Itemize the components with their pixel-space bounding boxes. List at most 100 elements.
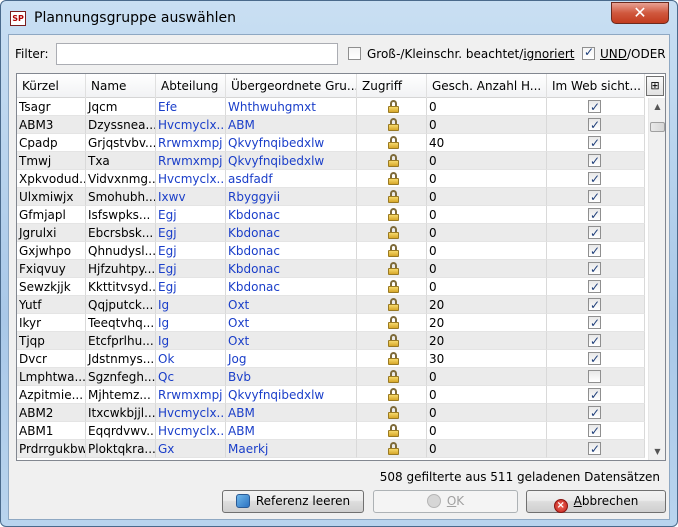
web-visible-checkbox[interactable] [588, 134, 601, 151]
web-visible-checkbox[interactable] [588, 98, 601, 115]
planning-group-table[interactable]: Kürzel Name Abteilung Übergeordnete Gru... Z… [16, 73, 666, 461]
lock-icon[interactable] [387, 406, 400, 419]
lock-icon[interactable] [387, 172, 400, 185]
lock-icon[interactable] [387, 190, 400, 203]
cell-parent-group: Oxt [226, 314, 357, 332]
table-row[interactable]: Ulxmiwjx Smohubh... Ixwv Rbyggyii 0 [17, 188, 645, 206]
table-row[interactable]: Sewzkjjk Kkttitvsyd... Egj Kbdonac 0 [17, 278, 645, 296]
cell-web-visible [547, 152, 645, 170]
case-sensitive-checkbox[interactable] [348, 47, 361, 60]
cell-department: Ig [156, 314, 226, 332]
ok-button[interactable]: OK [373, 490, 518, 513]
ok-label-rest: K [456, 494, 465, 508]
column-header[interactable]: Im Web sicht... [547, 74, 645, 98]
cell-total-hours: 0 [427, 206, 547, 224]
web-visible-checkbox[interactable] [588, 152, 601, 169]
table-row[interactable]: Tsagr Jqcm Efe Whthwuhgmxt 0 [17, 98, 645, 116]
table-row[interactable]: Yutf Qqjputck... Ig Oxt 20 [17, 296, 645, 314]
dialog-body: Filter: Groß-/Kleinschr. beachtet/ignori… [8, 34, 670, 520]
cell-parent-group: ABM [226, 404, 357, 422]
table-row[interactable]: Ikyr Teeqtvhq... Ig Oxt 20 [17, 314, 645, 332]
title-bar[interactable]: SP Plannungsgruppe auswählen ✕ [1, 1, 677, 35]
web-visible-checkbox[interactable] [588, 206, 601, 223]
web-visible-checkbox[interactable] [588, 116, 601, 133]
column-header[interactable]: Zugriff [357, 74, 427, 98]
table-row[interactable]: Fxiqvuy Hjfzuhtpy... Egj Kbdonac 0 [17, 260, 645, 278]
cell-total-hours: 0 [427, 242, 547, 260]
cell-kuerzel: Xpkvodud... [17, 170, 86, 188]
web-visible-checkbox[interactable] [588, 242, 601, 259]
cell-name: Kkttitvsyd... [86, 278, 156, 296]
and-label: UND [600, 47, 627, 61]
web-visible-checkbox[interactable] [588, 440, 601, 457]
web-visible-checkbox[interactable] [588, 296, 601, 313]
lock-icon[interactable] [387, 298, 400, 311]
column-header[interactable]: Kürzel [17, 74, 86, 98]
lock-icon[interactable] [387, 208, 400, 221]
lock-icon[interactable] [387, 244, 400, 257]
web-visible-checkbox[interactable] [588, 370, 601, 383]
scroll-up-icon[interactable]: ▲ [649, 98, 665, 115]
lock-icon[interactable] [387, 280, 400, 293]
lock-icon[interactable] [387, 442, 400, 455]
lock-icon[interactable] [387, 316, 400, 329]
web-visible-checkbox[interactable] [588, 350, 601, 367]
and-or-checkbox[interactable] [582, 45, 595, 60]
table-row[interactable]: Azpitmie... Mjhtemz... Rrwmxmpj Qkvyfnqibed… [17, 386, 645, 404]
column-chooser-icon[interactable]: ⊞ [646, 76, 664, 96]
web-visible-checkbox[interactable] [588, 314, 601, 331]
lock-icon[interactable] [387, 100, 400, 113]
web-visible-checkbox[interactable] [588, 170, 601, 187]
table-row[interactable]: Gxjwhpo Qhnudysl... Egj Kbdonac 0 [17, 242, 645, 260]
table-row[interactable]: ABM1 Eqqrdvwv... Hvcmyclx... ABM 0 [17, 422, 645, 440]
table-row[interactable]: Tjqp Etcfprlhu... Ig Oxt 20 [17, 332, 645, 350]
column-header[interactable]: Gesch. Anzahl H... [427, 74, 547, 98]
lock-icon[interactable] [387, 388, 400, 401]
table-row[interactable]: Xpkvodud... Vidvxnmg... Hvcmyclx... asdfadf… [17, 170, 645, 188]
lock-icon[interactable] [387, 262, 400, 275]
lock-icon[interactable] [387, 370, 400, 383]
table-row[interactable]: Jgrulxi Ebcrsbsk... Egj Kbdonac 0 [17, 224, 645, 242]
table-row[interactable]: Dvcr Jdstnmys... Ok Jog 30 [17, 350, 645, 368]
column-header[interactable]: Name [86, 74, 156, 98]
web-visible-checkbox[interactable] [588, 224, 601, 241]
table-row[interactable]: Gfmjapl Isfswpks... Egj Kbdonac 0 [17, 206, 645, 224]
lock-icon[interactable] [387, 136, 400, 149]
cancel-button[interactable]: × Abbrechen [526, 490, 666, 513]
lock-icon[interactable] [387, 154, 400, 167]
cell-parent-group: asdfadf [226, 170, 357, 188]
and-or-label[interactable]: UND/ODER [600, 47, 666, 61]
cell-web-visible [547, 332, 645, 350]
web-visible-checkbox[interactable] [588, 260, 601, 277]
web-visible-checkbox[interactable] [588, 332, 601, 349]
lock-icon[interactable] [387, 424, 400, 437]
table-row[interactable]: Tmwj Txa Rrwmxmpj Qkvyfnqibedxlw 0 [17, 152, 645, 170]
case-sensitive-label[interactable]: Groß-/Kleinschr. beachtet/ignoriert [367, 47, 575, 61]
app-icon: SP [10, 11, 26, 26]
cell-total-hours: 0 [427, 224, 547, 242]
reset-reference-button[interactable]: Referenz leeren [222, 490, 364, 513]
column-header[interactable]: Übergeordnete Gru... [226, 74, 357, 98]
scroll-thumb[interactable] [650, 122, 665, 132]
web-visible-checkbox[interactable] [588, 278, 601, 295]
column-header[interactable]: Abteilung [156, 74, 226, 98]
vertical-scrollbar[interactable]: ▲ ▼ [648, 98, 665, 460]
table-row[interactable]: Prdrrgukbw Ploktqkra... Gx Maerkj 0 [17, 440, 645, 458]
web-visible-checkbox[interactable] [588, 188, 601, 205]
close-button[interactable]: ✕ [611, 2, 669, 24]
table-row[interactable]: Cpadp Grjqstvbv... Rrwmxmpj Qkvyfnqibedxlw 4… [17, 134, 645, 152]
web-visible-checkbox[interactable] [588, 404, 601, 421]
table-row[interactable]: ABM2 Itxcwkbjjl... Hvcmyclx... ABM 0 [17, 404, 645, 422]
lock-icon[interactable] [387, 118, 400, 131]
web-visible-checkbox[interactable] [588, 386, 601, 403]
lock-icon[interactable] [387, 352, 400, 365]
cell-access [357, 440, 427, 458]
cell-department: Rrwmxmpj [156, 386, 226, 404]
table-row[interactable]: Lmphtwa... Sgznfegh... Qc Bvb 0 [17, 368, 645, 386]
table-row[interactable]: ABM3 Dzyssnea... Hvcmyclx... ABM 0 [17, 116, 645, 134]
lock-icon[interactable] [387, 226, 400, 239]
filter-input[interactable] [56, 43, 338, 65]
lock-icon[interactable] [387, 334, 400, 347]
web-visible-checkbox[interactable] [588, 422, 601, 439]
scroll-down-icon[interactable]: ▼ [649, 443, 665, 460]
